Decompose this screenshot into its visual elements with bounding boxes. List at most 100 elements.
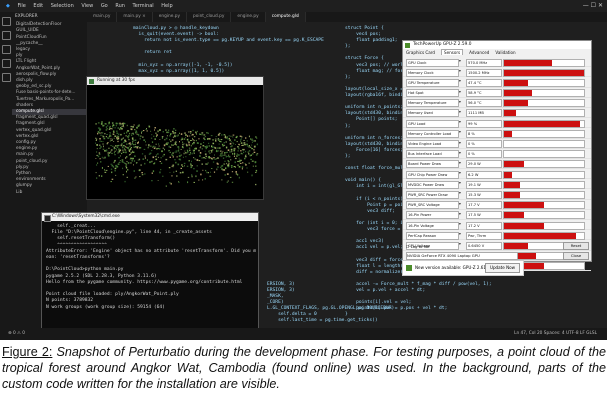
sensor-value: 99 %: [466, 119, 502, 128]
gpuz-log-checkbox[interactable]: ☐ Log to file: [406, 244, 429, 249]
run-debug-icon[interactable]: [2, 59, 11, 68]
sensor-value: 1111 MB: [466, 109, 502, 118]
menu-view[interactable]: View: [81, 0, 93, 12]
editor-tabs: main.py main.py × engine.py point_cloud.py e…: [87, 12, 607, 22]
sensor-graph: [503, 180, 585, 189]
sensor-label: Video Engine Load: [406, 140, 459, 148]
gpuz-log-label: Log to file: [410, 244, 430, 249]
menu-file[interactable]: File: [17, 0, 25, 12]
tab-point-cloud[interactable]: point_cloud.py: [187, 12, 232, 22]
sensor-graph-fill: [504, 222, 544, 229]
point-cloud-render[interactable]: [87, 85, 263, 199]
chevron-down-icon[interactable]: ▾: [459, 141, 461, 145]
gpuz-app-icon: [405, 42, 410, 48]
screenshot: ◆ File Edit Selection View Go Run Termin…: [0, 0, 607, 340]
extensions-icon[interactable]: [2, 73, 11, 82]
sensor-value: 0 %: [466, 140, 502, 148]
gpuz-sensor-row: GPU Chip Power Draw ▾ 6.2 W: [403, 169, 591, 180]
sensor-graph: [503, 109, 585, 118]
sensor-value: 56.0 °C: [466, 99, 502, 108]
sensor-graph: [503, 231, 585, 240]
sensor-label: GPU Temperature: [406, 78, 459, 87]
gpuz-close-button[interactable]: Close: [563, 252, 589, 260]
sensor-graph: [503, 170, 585, 179]
gpuz-sensor-row: GPU Temperature ▾ 47.4 °C: [403, 77, 591, 88]
chevron-down-icon[interactable]: ▾: [459, 130, 461, 134]
gpuz-sensor-row: Memory Temperature ▾ 56.0 °C: [403, 98, 591, 108]
sensor-graph-fill: [504, 90, 532, 97]
sensor-label: 16-Pin Power: [406, 211, 459, 220]
tab-compute-glsl[interactable]: compute.glsl: [265, 12, 307, 22]
cmd-app-icon: [44, 214, 51, 222]
chevron-down-icon[interactable]: ▾: [459, 69, 461, 73]
chevron-down-icon[interactable]: ▾: [459, 222, 461, 226]
sensor-value: 0.6450 V: [466, 241, 502, 250]
gpuz-tab-graphics-card[interactable]: Graphics Card: [406, 50, 435, 55]
status-bar: ⊗ 0 ⚠ 0 Ln 47, Col 20 Spaces: 4 UTF-8 LF…: [0, 328, 607, 340]
files-icon[interactable]: [2, 17, 11, 26]
explorer-item[interactable]: Lib: [12, 190, 87, 196]
sensor-graph: [503, 99, 585, 108]
sensor-graph-fill: [504, 202, 544, 209]
source-control-icon[interactable]: [2, 45, 11, 54]
chevron-down-icon[interactable]: ▾: [459, 100, 461, 104]
sensor-value: 29.0 W: [466, 160, 502, 169]
menu-help[interactable]: Help: [161, 0, 172, 12]
menu-terminal[interactable]: Terminal: [133, 0, 154, 12]
sensor-value: 570.0 MHz: [466, 58, 502, 67]
sensor-label: Memory Temperature: [406, 99, 459, 108]
window-controls[interactable]: — ☐ ✕: [583, 0, 603, 12]
chevron-down-icon[interactable]: ▾: [459, 212, 461, 216]
menu-run[interactable]: Run: [115, 0, 125, 12]
gpuz-titlebar: TechPowerUp GPU-Z 2.59.0: [403, 41, 591, 49]
sensor-label: Memory Controller Load: [406, 129, 459, 138]
chevron-down-icon[interactable]: ▾: [459, 151, 461, 155]
sensor-graph-fill: [504, 79, 528, 86]
chevron-down-icon[interactable]: ▾: [459, 181, 461, 185]
chevron-down-icon[interactable]: ▾: [459, 191, 461, 195]
pygame-app-icon: [89, 78, 94, 84]
chevron-down-icon[interactable]: ▾: [459, 90, 461, 94]
sensor-graph-fill: [504, 100, 528, 107]
chevron-down-icon[interactable]: ▾: [459, 171, 461, 175]
sensor-label: GPU Clock: [406, 58, 459, 67]
chevron-down-icon[interactable]: ▾: [459, 202, 461, 206]
sensor-value: 58.9 °C: [466, 89, 502, 98]
chevron-down-icon[interactable]: ▾: [459, 59, 461, 63]
sensor-label: Bus Interface Load: [406, 150, 459, 159]
sensor-value: 15.3 W: [466, 190, 502, 199]
update-now-button[interactable]: Update Now: [484, 263, 520, 273]
gpuz-gpu-select[interactable]: NVIDIA GeForce RTX 4090 Laptop GPU: [406, 252, 518, 260]
gpuz-tab-advanced[interactable]: Advanced: [469, 50, 489, 55]
search-icon[interactable]: [2, 31, 11, 40]
gpuz-reset-button[interactable]: Reset: [563, 242, 589, 250]
sensor-label: Memory Clock: [406, 68, 459, 77]
chevron-down-icon[interactable]: ▾: [459, 161, 461, 165]
code-line: return not is_event.type == pg.KEYUP and…: [133, 38, 324, 44]
menu-selection[interactable]: Selection: [51, 0, 74, 12]
gpuz-sensor-row: Bus Interface Load ▾ 0 %: [403, 149, 591, 159]
tab-engine-2[interactable]: engine.py: [231, 12, 266, 22]
chevron-down-icon[interactable]: ▾: [459, 242, 461, 246]
sensor-graph-fill: [504, 181, 520, 188]
code-bottom: self.delta = 0 self.last_time = pg.time.…: [267, 312, 378, 324]
menu-edit[interactable]: Edit: [33, 0, 43, 12]
status-right[interactable]: Ln 47, Col 20 Spaces: 4 UTF-8 LF GLSL: [514, 328, 597, 340]
chevron-down-icon[interactable]: ▾: [459, 232, 461, 236]
problems-indicator[interactable]: ⊗ 0 ⚠ 0: [8, 331, 25, 336]
gpuz-sensor-row: 16-Pin Voltage ▾ 17.2 V: [403, 220, 591, 231]
update-notification: New version available: GPU-Z 2.61.0 Upda…: [402, 260, 524, 276]
gpuz-tab-sensors[interactable]: Sensors: [440, 49, 464, 55]
chevron-down-icon[interactable]: ▾: [459, 110, 461, 114]
tab-main-2[interactable]: main.py ×: [117, 12, 153, 22]
gpuz-notify-icon: [406, 264, 412, 271]
sensor-graph: [503, 89, 585, 98]
gpuz-tab-validation[interactable]: Validation: [495, 50, 515, 55]
gpuz-sensor-row: Board Power Draw ▾ 29.0 W: [403, 159, 591, 170]
menu-go[interactable]: Go: [101, 0, 108, 12]
chevron-down-icon[interactable]: ▾: [459, 79, 461, 83]
pygame-window: Running at 30 fps: [86, 76, 264, 200]
chevron-down-icon[interactable]: ▾: [459, 120, 461, 124]
tab-main[interactable]: main.py: [87, 12, 118, 22]
tab-engine[interactable]: engine.py: [153, 12, 188, 22]
